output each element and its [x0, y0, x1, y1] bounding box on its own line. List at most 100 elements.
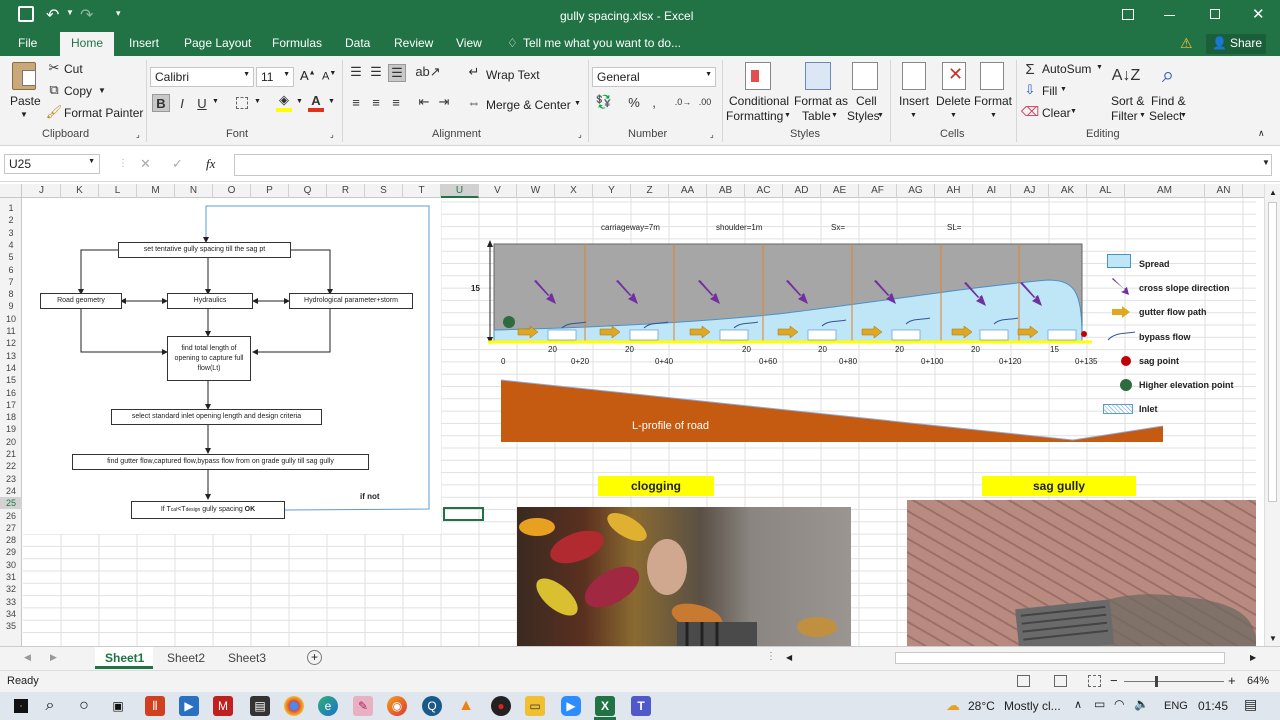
tab-insert[interactable]: Insert: [129, 36, 159, 50]
prev-sheet-icon[interactable]: ◀: [24, 652, 31, 663]
tab-data[interactable]: Data: [345, 36, 370, 50]
column-header-ah[interactable]: AH: [935, 184, 973, 198]
app-icon-blue[interactable]: ▶: [179, 696, 199, 716]
comma-icon[interactable]: ,: [648, 94, 660, 110]
vertical-scrollbar[interactable]: ▲ ▼: [1264, 184, 1280, 646]
selected-cell-u25[interactable]: [443, 507, 484, 521]
row-header-26[interactable]: 26: [0, 510, 22, 522]
excel-taskbar-icon[interactable]: X: [595, 696, 615, 716]
confirm-entry-icon[interactable]: ✓: [172, 156, 183, 172]
insert-dropdown-icon[interactable]: ▼: [910, 112, 917, 119]
tab-view[interactable]: View: [456, 36, 482, 50]
increase-indent-icon[interactable]: ⇥: [436, 94, 452, 110]
cut-button[interactable]: Cut: [64, 62, 83, 76]
sort-dropdown-icon[interactable]: ▼: [1139, 112, 1146, 119]
clipboard-launcher-icon[interactable]: ⌟: [136, 130, 140, 139]
format-cells-button[interactable]: Format: [974, 94, 1012, 108]
clear-dropdown-icon[interactable]: ▼: [1070, 108, 1077, 115]
row-header-35[interactable]: 35: [0, 620, 22, 632]
font-launcher-icon[interactable]: ⌟: [330, 130, 334, 139]
column-header-z[interactable]: Z: [631, 184, 669, 198]
row-header-21[interactable]: 21: [0, 448, 22, 460]
column-header-t[interactable]: T: [403, 184, 441, 198]
underline-dropdown-icon[interactable]: ▼: [212, 98, 219, 105]
row-header-4[interactable]: 4: [0, 239, 22, 251]
row-header-30[interactable]: 30: [0, 559, 22, 571]
row-header-25[interactable]: 25: [0, 497, 22, 510]
align-left-icon[interactable]: ≡: [348, 94, 364, 110]
scroll-right-icon[interactable]: ▶: [1250, 653, 1256, 662]
row-header-33[interactable]: 33: [0, 596, 22, 608]
row-header-31[interactable]: 31: [0, 571, 22, 583]
merge-center-button[interactable]: Merge & Center: [486, 98, 571, 112]
wifi-icon[interactable]: ◠: [1114, 697, 1124, 711]
row-header-14[interactable]: 14: [0, 362, 22, 374]
row-header-3[interactable]: 3: [0, 227, 22, 239]
merge-dropdown-icon[interactable]: ▼: [574, 100, 581, 107]
column-header-aa[interactable]: AA: [669, 184, 707, 198]
sheet-tab-sheet2[interactable]: Sheet2: [167, 651, 205, 665]
column-header-w[interactable]: W: [517, 184, 555, 198]
top-align-icon[interactable]: ☰: [348, 64, 364, 80]
format-as-table-icon[interactable]: [805, 62, 831, 90]
task-view-icon[interactable]: ▣: [108, 696, 128, 716]
cell-styles-button[interactable]: Cell: [856, 94, 877, 108]
sort-filter-icon[interactable]: A↓Z: [1112, 62, 1140, 90]
ribbon-display-icon[interactable]: [1122, 9, 1134, 20]
row-header-28[interactable]: 28: [0, 534, 22, 546]
wrap-text-icon[interactable]: ↵: [466, 64, 482, 80]
clear-button[interactable]: Clear: [1042, 106, 1071, 120]
customize-qat-icon[interactable]: ▾: [116, 8, 121, 19]
row-header-18[interactable]: 18: [0, 411, 22, 423]
zoom-in-icon[interactable]: +: [1228, 673, 1236, 688]
delete-cells-button[interactable]: Delete: [936, 94, 971, 108]
row-header-1[interactable]: 1: [0, 202, 22, 214]
insert-cells-icon[interactable]: [902, 62, 926, 90]
maximize-icon[interactable]: [1210, 9, 1220, 19]
warning-icon[interactable]: ⚠: [1180, 35, 1193, 52]
mcafee-icon[interactable]: M: [213, 696, 233, 716]
page-break-view-icon[interactable]: [1088, 675, 1101, 687]
percent-icon[interactable]: %: [626, 94, 642, 110]
orientation-icon[interactable]: ab↗: [415, 64, 440, 80]
row-header-11[interactable]: 11: [0, 325, 22, 337]
row-header-6[interactable]: 6: [0, 264, 22, 276]
borders-icon[interactable]: [236, 97, 248, 109]
format-painter-icon[interactable]: 🖌: [46, 104, 63, 120]
notifications-icon[interactable]: ▤: [1244, 696, 1257, 713]
row-header-15[interactable]: 15: [0, 374, 22, 386]
zoom-slider-thumb[interactable]: [1155, 676, 1158, 687]
vertical-scroll-thumb[interactable]: [1268, 202, 1277, 502]
zoom-app-icon[interactable]: ▶: [561, 696, 581, 716]
find-select-icon[interactable]: ⌕: [1154, 60, 1182, 90]
middle-align-icon[interactable]: ☰: [368, 64, 384, 80]
tab-formulas[interactable]: Formulas: [272, 36, 322, 50]
column-header-af[interactable]: AF: [859, 184, 897, 198]
clogging-photo[interactable]: [517, 507, 851, 646]
cell-styles-icon[interactable]: [852, 62, 878, 90]
row-header-8[interactable]: 8: [0, 288, 22, 300]
teams-icon[interactable]: T: [631, 696, 651, 716]
italic-button[interactable]: I: [174, 94, 190, 112]
insert-cells-button[interactable]: Insert: [899, 94, 929, 108]
collapse-ribbon-icon[interactable]: ∧: [1258, 128, 1265, 139]
column-header-am[interactable]: AM: [1125, 184, 1205, 198]
font-color-dropdown-icon[interactable]: ▼: [328, 98, 335, 105]
store-icon[interactable]: ▤: [250, 696, 270, 716]
weather-desc[interactable]: Mostly cl...: [1004, 699, 1061, 713]
volume-icon[interactable]: 🔈: [1134, 697, 1149, 711]
number-format-select[interactable]: General ▼: [592, 67, 716, 87]
borders-dropdown-icon[interactable]: ▼: [254, 98, 261, 105]
column-header-j[interactable]: J: [23, 184, 61, 198]
find-dropdown-icon[interactable]: ▼: [1180, 112, 1187, 119]
sheet-tab-sheet3[interactable]: Sheet3: [228, 651, 266, 665]
wrap-text-button[interactable]: Wrap Text: [486, 68, 540, 82]
row-header-23[interactable]: 23: [0, 473, 22, 485]
paste-button[interactable]: Paste: [10, 94, 41, 108]
app-icon-red[interactable]: ⦀: [145, 696, 165, 716]
row-header-19[interactable]: 19: [0, 423, 22, 435]
copy-button[interactable]: Copy: [64, 84, 92, 98]
search-icon[interactable]: ⌕: [40, 696, 60, 716]
row-header-10[interactable]: 10: [0, 313, 22, 325]
close-icon[interactable]: ✕: [1252, 5, 1265, 23]
